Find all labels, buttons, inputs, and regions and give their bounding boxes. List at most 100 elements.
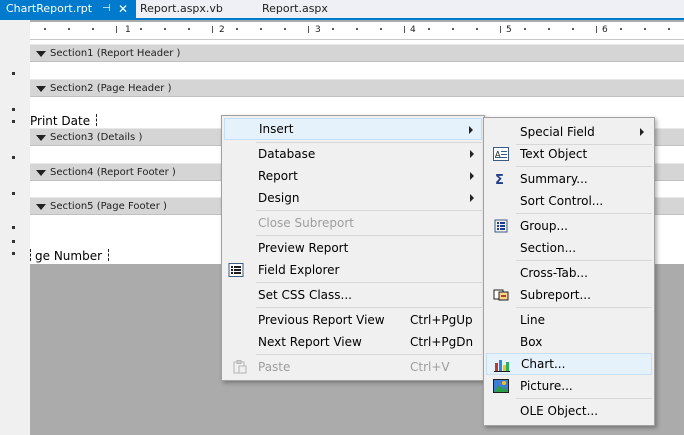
insert-submenu: Special Field A Text Object Σ Summary...… <box>483 117 655 426</box>
menu-item-line[interactable]: Line <box>486 309 652 331</box>
menu-item-design[interactable]: Design <box>224 187 482 209</box>
menu-item-label: Database <box>258 147 316 161</box>
section-report-header[interactable]: Section1 (Report Header ) <box>30 44 684 62</box>
submenu-arrow-icon <box>470 172 474 180</box>
menu-item-chart[interactable]: Chart... <box>486 353 652 375</box>
menu-item-label: Subreport... <box>520 288 591 302</box>
menu-item-label: Field Explorer <box>258 263 340 277</box>
shortcut-label: Ctrl+V <box>410 360 450 374</box>
submenu-arrow-icon <box>640 128 644 136</box>
menu-item-box[interactable]: Box <box>486 331 652 353</box>
section-label: Section1 (Report Header ) <box>50 48 181 59</box>
menu-item-special-field[interactable]: Special Field <box>486 121 652 143</box>
menu-item-label: Report <box>258 169 298 183</box>
menu-item-subreport[interactable]: Subreport... <box>486 284 652 306</box>
menu-item-label: Summary... <box>520 172 588 186</box>
submenu-arrow-icon <box>470 194 474 202</box>
menu-item-close-subreport[interactable]: Close Subreport <box>224 212 482 234</box>
ruler-mark: 5 <box>506 25 512 35</box>
menu-item-label: Group... <box>520 219 568 233</box>
menu-item-label: Next Report View <box>258 335 362 349</box>
collapse-arrow-icon[interactable] <box>36 170 46 176</box>
pin-icon[interactable]: ⊣ <box>102 0 111 18</box>
menu-item-label: Paste <box>258 360 291 374</box>
close-icon[interactable]: ✕ <box>118 0 128 18</box>
menu-item-group[interactable]: Group... <box>486 215 652 237</box>
chart-icon <box>494 360 510 372</box>
ruler-mark: 1 <box>125 25 131 35</box>
menu-item-label: Box <box>520 335 543 349</box>
section-label: Section3 (Details ) <box>50 132 143 143</box>
menu-item-summary[interactable]: Σ Summary... <box>486 168 652 190</box>
tab-chartreport-rpt[interactable]: ChartReport.rpt ⊣ ✕ <box>0 0 136 18</box>
section-page-header[interactable]: Section2 (Page Header ) <box>30 79 684 97</box>
menu-item-cross-tab[interactable]: Cross-Tab... <box>486 262 652 284</box>
ruler-mark: 6 <box>602 25 608 35</box>
menu-item-label: Picture... <box>520 379 573 393</box>
menu-item-database[interactable]: Database <box>224 143 482 165</box>
field-label: Print Date <box>30 114 91 128</box>
picture-icon <box>493 379 509 393</box>
ruler-mark: 4 <box>410 25 416 35</box>
menu-item-label: Set CSS Class... <box>258 288 352 302</box>
submenu-arrow-icon <box>470 150 474 158</box>
collapse-arrow-icon[interactable] <box>36 135 46 141</box>
section-label: Section4 (Report Footer ) <box>50 167 176 178</box>
menu-item-insert[interactable]: Insert <box>224 118 482 140</box>
menu-item-label: Preview Report <box>258 241 349 255</box>
shortcut-label: Ctrl+PgDn <box>410 335 474 349</box>
tab-label: Report.aspx.vb <box>140 2 223 15</box>
menu-item-label: Section... <box>520 241 577 255</box>
menu-item-picture[interactable]: Picture... <box>486 375 652 397</box>
left-ruler <box>0 20 30 435</box>
subreport-icon <box>493 289 509 301</box>
menu-item-label: Previous Report View <box>258 313 385 327</box>
menu-item-paste[interactable]: Paste Ctrl+V <box>224 356 482 378</box>
group-icon <box>494 219 508 233</box>
menu-item-label: Cross-Tab... <box>520 266 588 280</box>
collapse-arrow-icon[interactable] <box>36 51 46 57</box>
tab-label: Report.aspx <box>262 2 328 15</box>
menu-item-label: Close Subreport <box>258 216 354 230</box>
menu-item-sort-control[interactable]: Sort Control... <box>486 190 652 212</box>
tab-report-aspx-vb[interactable]: Report.aspx.vb <box>134 0 229 18</box>
print-date-field[interactable]: Print Date <box>30 114 98 128</box>
menu-item-ole-object[interactable]: OLE Object... <box>486 400 652 422</box>
menu-item-field-explorer[interactable]: Field Explorer <box>224 259 482 281</box>
menu-item-label: OLE Object... <box>520 404 599 418</box>
menu-item-label: Design <box>258 191 300 205</box>
tab-label: ChartReport.rpt <box>6 2 93 15</box>
svg-text:Σ: Σ <box>495 173 504 186</box>
menu-item-label: Line <box>520 313 546 327</box>
menu-item-label: Insert <box>259 122 294 136</box>
ruler-mark: 3 <box>315 25 321 35</box>
menu-item-section[interactable]: Section... <box>486 237 652 259</box>
text-object-icon: A <box>493 147 509 161</box>
summary-sigma-icon: Σ <box>495 173 504 186</box>
page-number-field[interactable]: ge Number <box>30 249 110 263</box>
tab-report-aspx[interactable]: Report.aspx <box>256 0 334 18</box>
menu-item-next-report-view[interactable]: Next Report View Ctrl+PgDn <box>224 331 482 353</box>
paste-icon <box>233 360 247 374</box>
submenu-arrow-icon <box>469 126 473 134</box>
field-explorer-icon <box>228 263 244 277</box>
field-label: ge Number <box>35 249 103 263</box>
ruler-mark: 2 <box>219 25 225 35</box>
menu-item-preview-report[interactable]: Preview Report <box>224 237 482 259</box>
section-label: Section5 (Page Footer ) <box>50 201 167 212</box>
menu-item-label: Text Object <box>520 147 588 161</box>
context-menu: Insert Database Report Design Close Subr… <box>221 115 485 381</box>
menu-item-label: Sort Control... <box>520 194 604 208</box>
collapse-arrow-icon[interactable] <box>36 204 46 210</box>
document-tab-strip: ChartReport.rpt ⊣ ✕ Report.aspx.vb Repor… <box>0 0 684 20</box>
menu-item-previous-report-view[interactable]: Previous Report View Ctrl+PgUp <box>224 309 482 331</box>
horizontal-ruler: 1 2 3 4 5 6 <box>30 22 684 40</box>
section-label: Section2 (Page Header ) <box>50 83 172 94</box>
menu-item-report[interactable]: Report <box>224 165 482 187</box>
menu-item-set-css-class[interactable]: Set CSS Class... <box>224 284 482 306</box>
collapse-arrow-icon[interactable] <box>36 86 46 92</box>
shortcut-label: Ctrl+PgUp <box>410 313 473 327</box>
menu-item-label: Chart... <box>521 357 566 371</box>
menu-item-label: Special Field <box>520 125 595 139</box>
menu-item-text-object[interactable]: A Text Object <box>486 143 652 165</box>
